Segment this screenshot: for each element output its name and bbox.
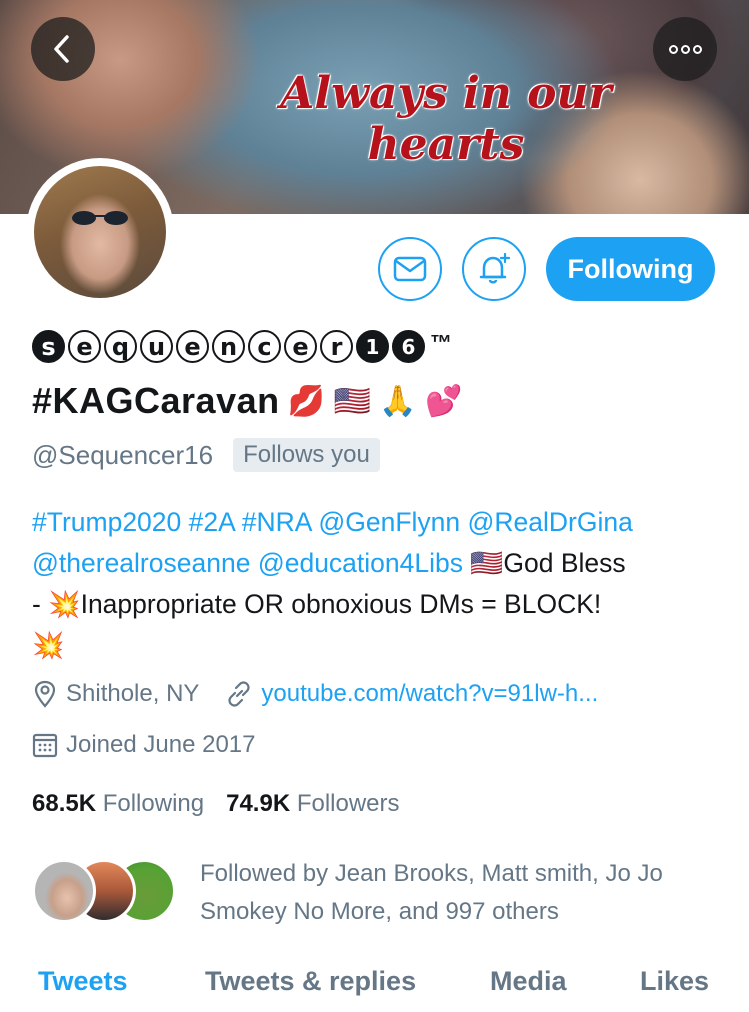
trademark-symbol: ™ [430, 330, 452, 355]
following-label: Following [102, 790, 205, 817]
profile-avatar[interactable] [26, 158, 174, 306]
bio-mention-link[interactable]: @therealroseanne [32, 548, 250, 578]
kiss-emoji: 💋 [287, 383, 326, 419]
profile-meta-joined: Joined June 2017 [32, 731, 256, 759]
envelope-icon [393, 256, 427, 282]
following-button[interactable]: Following [546, 237, 715, 301]
followers-count-link[interactable]: 74.9K Followers [226, 790, 399, 818]
name-digit: 1 [356, 330, 389, 363]
sunglasses-graphic [72, 211, 128, 225]
bell-plus-icon [479, 252, 511, 284]
more-options-button[interactable] [653, 17, 717, 81]
bio-mention-link[interactable]: @RealDrGina [468, 507, 633, 537]
hearts-emoji: 💕 [425, 383, 464, 419]
collision-emoji: 💥 [32, 630, 65, 660]
name-char: r [320, 330, 353, 363]
us-flag-emoji: 🇺🇸 [470, 548, 504, 578]
name-hashtag: #KAGCaravan [32, 380, 280, 421]
tab-tweets[interactable]: Tweets [38, 966, 128, 997]
calendar-icon [32, 733, 58, 758]
bio-mention-link[interactable]: @education4Libs [258, 548, 463, 578]
profile-bio: #Trump2020 #2A #NRA @GenFlynn @RealDrGin… [32, 502, 722, 666]
follower-avatar [32, 859, 96, 923]
tab-likes[interactable]: Likes [640, 966, 709, 997]
avatar-image [34, 166, 166, 298]
link-icon [228, 681, 251, 707]
back-button[interactable] [31, 17, 95, 81]
collision-emoji: 💥 [48, 589, 81, 619]
message-button[interactable] [378, 237, 442, 301]
name-char: e [176, 330, 209, 363]
bio-line: 💥 [32, 625, 722, 666]
display-name-line1: s e q u e n c e r 1 6 ™ [32, 330, 452, 363]
bio-line: - 💥Inappropriate OR obnoxious DMs = BLOC… [32, 584, 722, 625]
handle-row: @Sequencer16 Follows you [32, 438, 380, 472]
us-flag-emoji: 🇺🇸 [333, 383, 372, 419]
bio-text: Inappropriate OR obnoxious DMs = BLOCK! [80, 589, 602, 619]
followers-count: 74.9K [226, 790, 291, 817]
name-char: e [284, 330, 317, 363]
name-char: c [248, 330, 281, 363]
notifications-button[interactable] [462, 237, 526, 301]
chevron-left-icon [54, 35, 69, 63]
name-char: e [68, 330, 101, 363]
bio-hashtag-link[interactable]: #NRA [242, 507, 311, 537]
joined-date: Joined June 2017 [66, 731, 256, 758]
name-char: u [140, 330, 173, 363]
user-handle: @Sequencer16 [32, 439, 214, 470]
followed-by-section[interactable]: Followed by Jean Brooks, Matt smith, Jo … [32, 855, 732, 925]
followers-label: Followers [296, 790, 400, 817]
tab-tweets-replies[interactable]: Tweets & replies [205, 966, 416, 997]
bio-mention-link[interactable]: @GenFlynn [318, 507, 460, 537]
more-dots-icon [668, 44, 702, 54]
profile-meta-location-website: Shithole, NY youtube.com/watch?v=91lw-h.… [32, 680, 598, 708]
bio-line: @therealroseanne @education4Libs 🇺🇸God B… [32, 543, 722, 584]
banner-caption: Always in our hearts [280, 68, 612, 170]
pray-emoji: 🙏 [379, 383, 418, 419]
following-count-link[interactable]: 68.5K Following [32, 790, 204, 818]
bio-line: #Trump2020 #2A #NRA @GenFlynn @RealDrGin… [32, 502, 722, 543]
name-char: s [32, 330, 65, 363]
tab-media[interactable]: Media [490, 966, 567, 997]
website-link[interactable]: youtube.com/watch?v=91lw-h... [261, 680, 598, 708]
profile-tabs: Tweets Tweets & replies Media Likes [0, 958, 749, 1012]
bio-text: God Bless [503, 548, 626, 578]
name-digit: 6 [392, 330, 425, 363]
following-count: 68.5K [32, 790, 97, 817]
display-name-line2: #KAGCaravan 💋 🇺🇸 🙏 💕 [32, 380, 463, 422]
followed-by-text: Followed by Jean Brooks, Matt smith, Jo … [200, 860, 663, 925]
name-char: q [104, 330, 137, 363]
bio-text: - [32, 589, 41, 619]
bio-hashtag-link[interactable]: #2A [189, 507, 235, 537]
follow-counts: 68.5K Following 74.9K Followers [32, 790, 400, 818]
name-char: n [212, 330, 245, 363]
location-pin-icon [34, 680, 56, 708]
location-text: Shithole, NY [66, 680, 200, 707]
bio-hashtag-link[interactable]: #Trump2020 [32, 507, 181, 537]
follows-you-badge: Follows you [233, 438, 380, 472]
